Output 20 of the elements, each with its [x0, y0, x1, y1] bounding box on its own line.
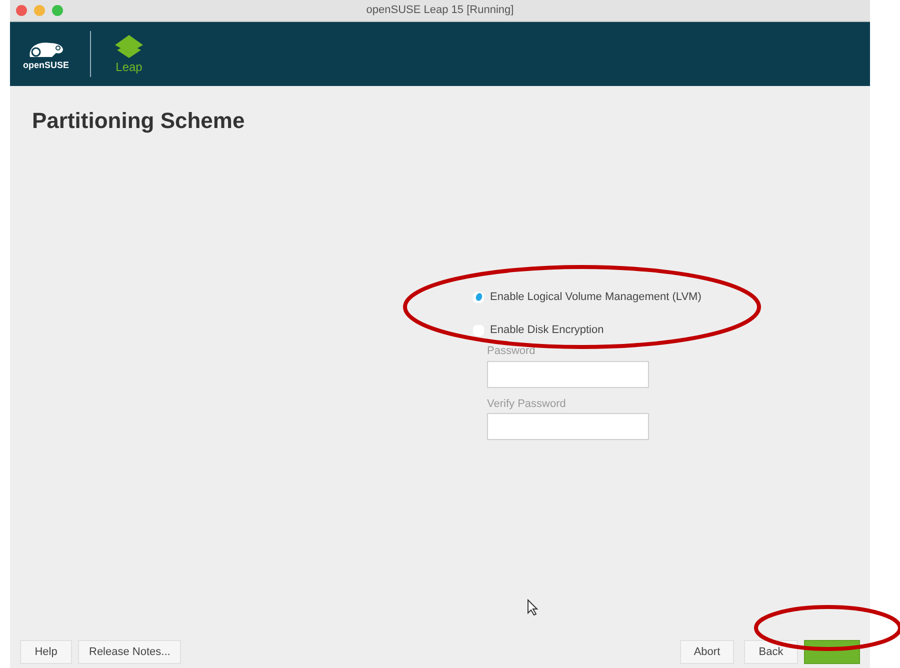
field-label: Password — [487, 344, 536, 359]
window-title: openSUSE Leap 15 [Running] — [366, 3, 514, 18]
close-icon[interactable] — [16, 5, 27, 16]
field-label: Verify Password — [487, 396, 567, 412]
logo-text: openSUSE — [22, 60, 69, 70]
footer-button[interactable]: Abort — [680, 640, 734, 664]
checkbox-label[interactable]: Enable Disk Encryption — [490, 322, 604, 338]
check-icon — [474, 292, 482, 302]
mouse-pointer-icon — [527, 599, 539, 616]
checkbox[interactable] — [473, 324, 484, 336]
footer-button[interactable]: Back — [744, 640, 798, 664]
footer-button[interactable]: Release Notes... — [78, 640, 182, 664]
leap-logo-icon — [113, 35, 145, 59]
checkbox-label[interactable]: Enable Logical Volume Management (LVM) — [490, 288, 702, 306]
zoom-icon[interactable] — [52, 5, 63, 16]
checkbox[interactable] — [473, 292, 484, 302]
footer-button[interactable]: Help — [20, 640, 72, 664]
minimize-icon[interactable] — [34, 5, 45, 16]
page-title: Partitioning Scheme — [32, 107, 246, 135]
product-name: Leap — [116, 61, 142, 73]
